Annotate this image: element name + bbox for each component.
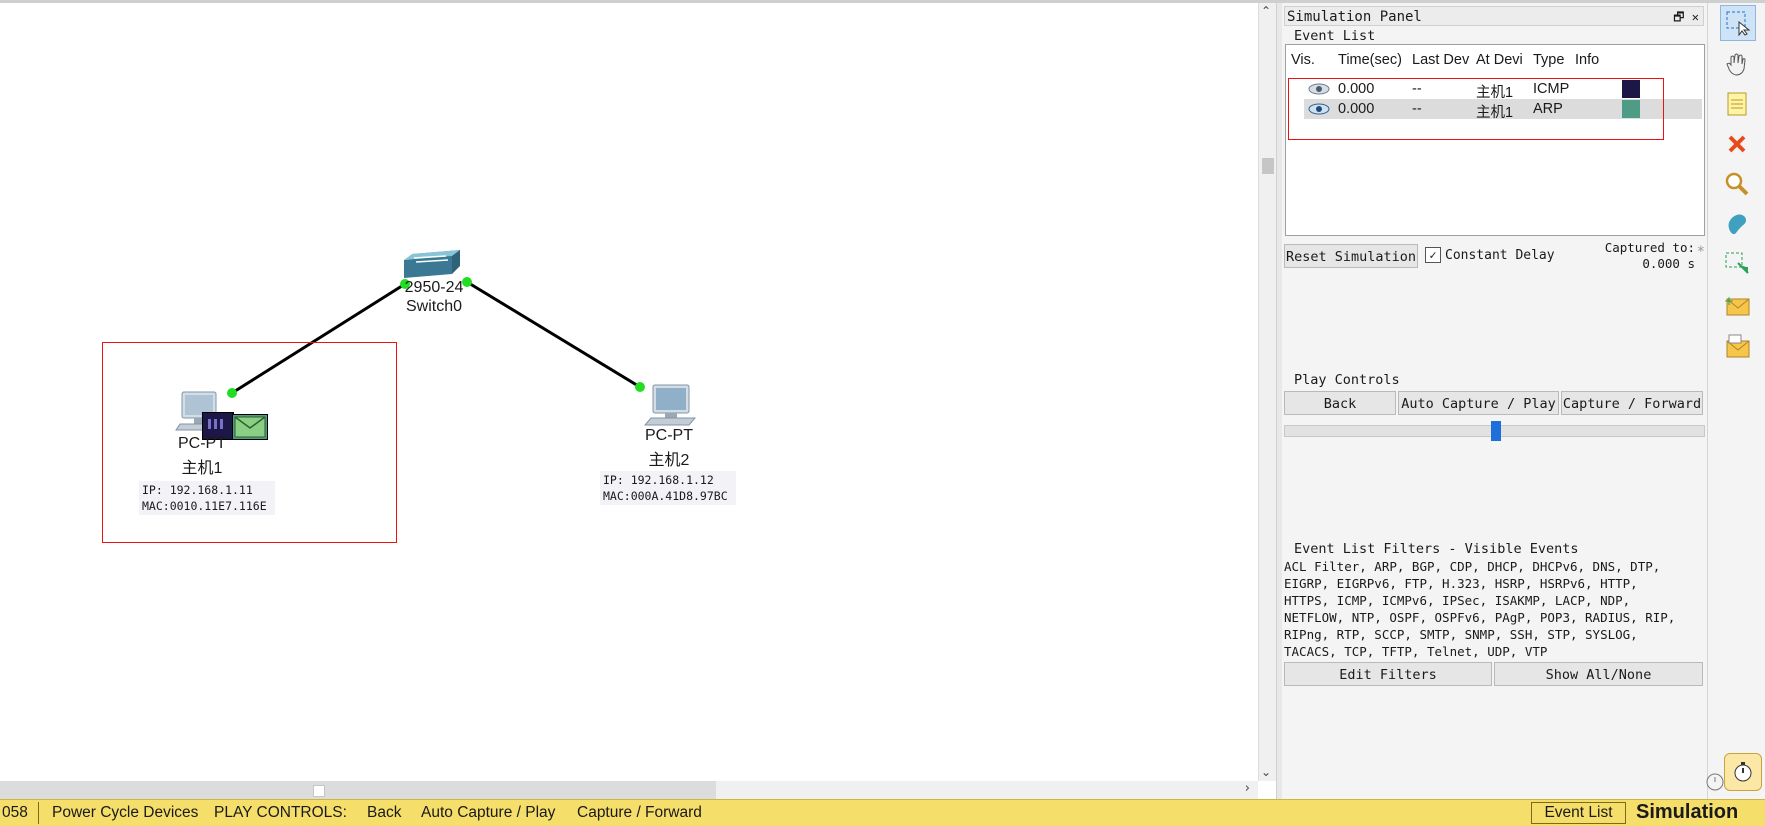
switch-name-label: Switch0 xyxy=(405,298,463,315)
event-list-group-label: Event List xyxy=(1294,28,1376,44)
realtime-clock-icon[interactable] xyxy=(1704,771,1726,793)
svg-text:+: + xyxy=(1724,294,1734,308)
pdu-envelope-icon xyxy=(234,416,266,438)
filters-line: NETFLOW, NTP, OSPF, OSPFv6, PAgP, POP3, … xyxy=(1284,610,1676,625)
capture-forward-button[interactable]: Capture / Forward xyxy=(1561,391,1703,415)
asterisk-icon: * xyxy=(1696,244,1705,260)
filters-line: HTTPS, ICMP, ICMPv6, IPSec, ISAKMP, LACP… xyxy=(1284,593,1631,608)
select-icon[interactable] xyxy=(1720,5,1756,41)
event-list-table[interactable]: Vis. Time(sec) Last Dev At Devi Type Inf… xyxy=(1285,44,1705,236)
pc1-address-info: IP: 192.168.1.11 MAC:0010.11E7.116E xyxy=(139,481,275,515)
switch-model-label: 2950-24 xyxy=(404,279,464,296)
status-bar: 058 Power Cycle Devices PLAY CONTROLS: B… xyxy=(0,799,1765,826)
visible-events-list: ACL Filter, ARP, BGP, CDP, DHCP, DHCPv6,… xyxy=(1284,558,1704,660)
col-info[interactable]: Info xyxy=(1575,52,1599,68)
scroll-down-icon[interactable]: ⌄ xyxy=(1261,765,1271,779)
play-speed-slider[interactable] xyxy=(1284,421,1705,441)
pc1-name-label: 主机1 xyxy=(181,460,223,477)
hand-icon[interactable] xyxy=(1720,47,1754,81)
resize-icon[interactable] xyxy=(1720,247,1754,281)
reset-simulation-button[interactable]: Reset Simulation xyxy=(1284,244,1418,268)
captured-to-value: 0.000 s xyxy=(1642,256,1695,271)
panel-title: Simulation Panel xyxy=(1287,9,1422,25)
play-controls-label: Play Controls xyxy=(1294,372,1400,388)
status-back-button[interactable]: Back xyxy=(367,804,401,822)
scroll-up-icon[interactable]: ⌃ xyxy=(1261,4,1271,18)
play-speed-slider-handle[interactable] xyxy=(1491,421,1501,441)
constant-delay-label: Constant Delay xyxy=(1445,248,1555,263)
panel-window-controls-icon[interactable]: 🗗 ✕ xyxy=(1673,7,1699,27)
pc2-device[interactable] xyxy=(643,383,697,429)
play-controls-status-label: PLAY CONTROLS: xyxy=(214,804,347,821)
auto-capture-play-button[interactable]: Auto Capture / Play xyxy=(1398,391,1559,415)
filters-line: RIPng, RTP, SCCP, SMTP, SNMP, SSH, STP, … xyxy=(1284,627,1638,642)
pc2-name-label: 主机2 xyxy=(648,452,690,469)
event-list-toggle[interactable]: Event List xyxy=(1531,802,1626,824)
captured-to-info: Captured to: 0.000 s xyxy=(1605,240,1695,272)
status-auto-capture-button[interactable]: Auto Capture / Play xyxy=(421,804,555,822)
scroll-right-icon[interactable]: › xyxy=(1245,781,1250,796)
status-capture-forward-button[interactable]: Capture / Forward xyxy=(577,804,702,822)
canvas-horizontal-scrollbar[interactable]: › xyxy=(0,781,1258,799)
filters-label: Event List Filters - Visible Events xyxy=(1294,541,1579,557)
add-simple-pdu-icon[interactable]: + xyxy=(1720,289,1754,323)
canvas-vertical-scrollbar[interactable]: ⌃ ⌄ xyxy=(1258,3,1277,781)
col-vis[interactable]: Vis. xyxy=(1291,52,1315,68)
status-time: 058 xyxy=(2,804,28,821)
zoom-icon[interactable] xyxy=(1720,167,1754,201)
col-at-dev[interactable]: At Devi xyxy=(1476,52,1523,68)
event-list-header: Vis. Time(sec) Last Dev At Devi Type Inf… xyxy=(1286,45,1704,73)
add-complex-pdu-icon[interactable] xyxy=(1720,329,1754,363)
pc2-ip: IP: 192.168.1.12 xyxy=(603,473,714,487)
stopwatch-icon[interactable] xyxy=(1724,753,1762,791)
col-time[interactable]: Time(sec) xyxy=(1338,52,1402,68)
simulation-mode-tab[interactable]: Simulation xyxy=(1636,801,1738,824)
col-last-dev[interactable]: Last Dev xyxy=(1412,52,1469,68)
col-type[interactable]: Type xyxy=(1533,52,1564,68)
show-all-none-button[interactable]: Show All/None xyxy=(1494,662,1703,686)
pdu-arp-packet[interactable] xyxy=(232,414,268,440)
pc2-type-label: PC-PT xyxy=(645,427,693,444)
filters-line: ACL Filter, ARP, BGP, CDP, DHCP, DHCPv6,… xyxy=(1284,559,1661,574)
pc2-mac: MAC:000A.41D8.97BC xyxy=(603,489,728,503)
status-separator xyxy=(38,802,39,824)
captured-to-label: Captured to: xyxy=(1604,240,1695,255)
note-icon[interactable] xyxy=(1720,87,1754,121)
filters-line: TACACS, TCP, TFTP, Telnet, UDP, VTP xyxy=(1284,644,1548,659)
power-cycle-devices-button[interactable]: Power Cycle Devices xyxy=(52,804,198,822)
delete-icon[interactable] xyxy=(1720,127,1754,161)
simulation-panel: Simulation Panel 🗗 ✕ Event List Vis. Tim… xyxy=(1282,3,1707,799)
pc1-type-label: PC-PT xyxy=(178,435,226,452)
filters-line: EIGRP, EIGRPv6, FTP, H.323, HSRP, HSRPv6… xyxy=(1284,576,1638,591)
switch0-device[interactable] xyxy=(402,248,464,280)
pc1-ip: IP: 192.168.1.11 xyxy=(142,483,253,497)
back-button[interactable]: Back xyxy=(1284,391,1396,415)
pc-icon xyxy=(643,384,697,426)
shape-icon[interactable] xyxy=(1720,207,1754,241)
switch-icon xyxy=(404,250,460,278)
horizontal-scroll-thumb[interactable] xyxy=(313,785,325,797)
highlight-box-events xyxy=(1288,78,1664,140)
vertical-scroll-thumb[interactable] xyxy=(1262,158,1274,174)
panel-title-bar: Simulation Panel 🗗 ✕ xyxy=(1284,6,1704,26)
edit-filters-button[interactable]: Edit Filters xyxy=(1284,662,1492,686)
horizontal-scroll-track[interactable] xyxy=(0,781,716,799)
right-toolbar: + xyxy=(1704,3,1765,799)
pc1-mac: MAC:0010.11E7.116E xyxy=(142,499,267,513)
pc2-address-info: IP: 192.168.1.12 MAC:000A.41D8.97BC xyxy=(600,471,736,505)
constant-delay-checkbox[interactable]: ✓ xyxy=(1425,247,1441,263)
workspace-canvas[interactable]: 2950-24 Switch0 PC-PT 主机1 IP: 192.168.1.… xyxy=(0,3,1258,781)
